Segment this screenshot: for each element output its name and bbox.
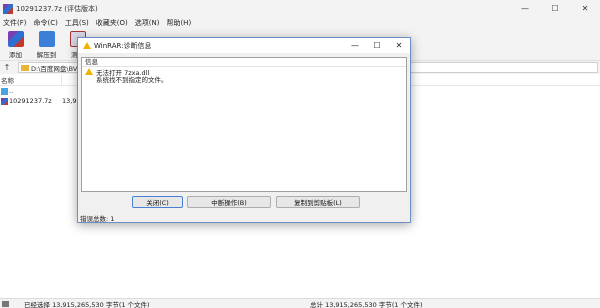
item-name: 10291237.7z	[9, 97, 52, 105]
diagnostic-dialog: WinRAR:诊断信息 — ☐ ✕ 信息 无法打开 7zxa.dll 系统找不到…	[77, 37, 411, 223]
menu-help[interactable]: 帮助(H)	[164, 18, 196, 28]
item-name: ..	[9, 87, 14, 95]
close-button[interactable]: 关闭(C)	[132, 196, 183, 208]
status-bar: 已经选择 13,915,265,530 字节(1 个文件) 总计 13,915,…	[0, 298, 600, 308]
close-window-button[interactable]: ✕	[570, 0, 600, 17]
menu-bar: 文件(F) 命令(C) 工具(S) 收藏夹(O) 选项(N) 帮助(H)	[0, 17, 600, 29]
minimize-button[interactable]: —	[510, 0, 540, 17]
message-list[interactable]: 信息 无法打开 7zxa.dll 系统找不到指定的文件。	[81, 57, 407, 192]
error-total: 错误总数: 1	[80, 215, 115, 223]
menu-file[interactable]: 文件(F)	[1, 18, 32, 28]
dialog-titlebar: WinRAR:诊断信息 — ☐ ✕	[78, 38, 410, 53]
menu-commands[interactable]: 命令(C)	[32, 18, 63, 28]
status-selected: 已经选择 13,915,265,530 字节(1 个文件)	[24, 300, 150, 308]
archive-file-icon	[1, 97, 8, 105]
warning-icon	[85, 68, 93, 75]
maximize-button[interactable]: ☐	[540, 0, 570, 17]
extract-to-icon	[38, 31, 55, 47]
dialog-minimize-button[interactable]: —	[344, 38, 366, 53]
warning-icon	[83, 42, 91, 49]
window-titlebar: 10291237.7z (评估版本) — ☐ ✕	[0, 0, 600, 17]
dialog-button-row: 关闭(C) 中断操作(B) 复制到剪贴板(L)	[78, 196, 412, 208]
path-text: D:\百度网盘\BV	[31, 64, 78, 73]
folder-icon	[21, 64, 29, 71]
item-size: 13,9	[62, 97, 77, 105]
column-name-header[interactable]: 名称	[0, 75, 62, 85]
window-controls: — ☐ ✕	[510, 0, 600, 17]
up-arrow-icon[interactable]: ↑	[0, 63, 14, 72]
abort-button[interactable]: 中断操作(B)	[187, 196, 271, 208]
message-row[interactable]: 无法打开 7zxa.dll	[82, 67, 406, 77]
dialog-close-button[interactable]: ✕	[388, 38, 410, 53]
message-detail: 系统找不到指定的文件。	[96, 76, 168, 84]
toolbar-add-button[interactable]: 添加	[0, 29, 31, 60]
dialog-controls: — ☐ ✕	[344, 38, 410, 53]
toolbar-extract-button[interactable]: 解压到	[31, 29, 62, 60]
menu-tools[interactable]: 工具(S)	[63, 18, 94, 28]
dialog-title: WinRAR:诊断信息	[94, 41, 152, 50]
message-text: 无法打开 7zxa.dll	[96, 68, 150, 77]
drive-icon	[2, 300, 9, 307]
menu-favorites[interactable]: 收藏夹(O)	[94, 18, 133, 28]
status-total: 总计 13,915,265,530 字节(1 个文件)	[310, 300, 423, 308]
window-title: 10291237.7z (评估版本)	[16, 4, 98, 13]
menu-options[interactable]: 选项(N)	[133, 18, 165, 28]
folder-up-icon	[1, 87, 8, 95]
add-archive-icon	[7, 31, 24, 47]
winrar-app-icon	[3, 3, 13, 14]
dialog-maximize-button[interactable]: ☐	[366, 38, 388, 53]
copy-to-clipboard-button[interactable]: 复制到剪贴板(L)	[276, 196, 360, 208]
